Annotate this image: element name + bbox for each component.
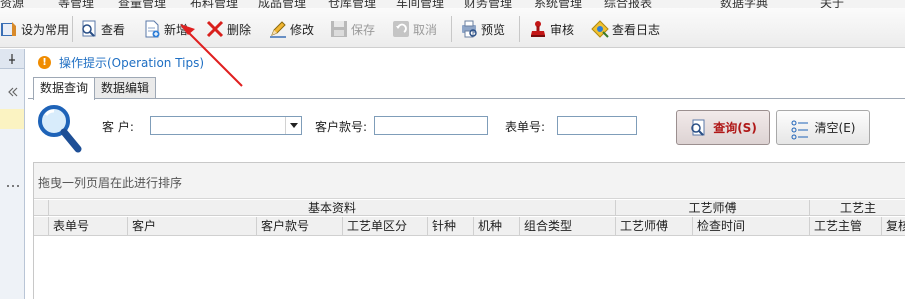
- preview-button[interactable]: 预览: [460, 17, 505, 41]
- more-dots-icon[interactable]: [6, 177, 20, 187]
- menu-item[interactable]: 综合报表: [604, 0, 652, 8]
- new-doc-icon: [143, 20, 161, 38]
- preview-label: 预览: [481, 22, 506, 37]
- left-panel-selected-item[interactable]: [0, 109, 24, 129]
- tab-data-query[interactable]: 数据查询: [33, 77, 96, 100]
- col-check-time[interactable]: 检查时间: [693, 217, 810, 235]
- menu-item[interactable]: 查量管理: [118, 0, 166, 8]
- log-icon: [591, 20, 609, 38]
- query-button[interactable]: 查询(S): [676, 110, 770, 145]
- clear-button-label: 清空(E): [814, 121, 856, 135]
- edit-button[interactable]: 修改: [269, 17, 314, 41]
- delete-label: 删除: [227, 22, 252, 37]
- menu-item[interactable]: 数据字典: [720, 0, 768, 8]
- tab-strip: 数据查询 数据编辑: [33, 77, 157, 100]
- preview-icon: [460, 20, 478, 38]
- cancel-label: 取消: [413, 22, 438, 37]
- menu-item[interactable]: 车间管理: [396, 0, 444, 8]
- band-indicator-cell: [34, 200, 49, 215]
- edit-label: 修改: [290, 22, 315, 37]
- menu-item[interactable]: 系统管理: [534, 0, 582, 8]
- stamp-icon: [529, 20, 547, 38]
- add-new-button[interactable]: 新增: [143, 17, 188, 41]
- view-log-button[interactable]: 查看日志: [591, 17, 660, 41]
- band-craftsman[interactable]: 工艺师傅: [616, 200, 810, 215]
- toolbar-separator: [72, 16, 73, 42]
- tab-data-edit[interactable]: 数据编辑: [94, 77, 157, 99]
- view-button[interactable]: 查看: [80, 17, 125, 41]
- delete-x-icon: [206, 20, 224, 38]
- main-content: ! 操作提示(Operation Tips) 数据查询 数据编辑 客 户: 客户…: [28, 49, 905, 299]
- form-no-input[interactable]: [557, 116, 637, 135]
- collapse-left-icon[interactable]: [0, 85, 24, 99]
- form-no-label: 表单号:: [505, 120, 546, 134]
- pencil-icon: [269, 20, 287, 38]
- floppy-icon: [330, 20, 348, 38]
- set-favorite-button[interactable]: 设为常用: [0, 17, 69, 41]
- menu-item[interactable]: 关于: [820, 0, 844, 8]
- cancel-button[interactable]: 取消: [392, 17, 437, 41]
- col-machine[interactable]: 机种: [474, 217, 520, 235]
- toolbar-separator: [519, 16, 520, 42]
- col-needle[interactable]: 针种: [428, 217, 474, 235]
- set-favorite-label: 设为常用: [21, 22, 70, 37]
- customer-combobox[interactable]: [150, 116, 302, 135]
- col-combo-type[interactable]: 组合类型: [520, 217, 616, 235]
- add-new-label: 新增: [164, 22, 189, 37]
- col-craft-sheet-type[interactable]: 工艺单区分: [343, 217, 428, 235]
- menu-item[interactable]: 成品管理: [258, 0, 306, 8]
- col-craft-supervisor[interactable]: 工艺主管: [810, 217, 882, 235]
- data-grid: 拖曳一列页眉在此进行排序 基本资料 工艺师傅 工艺主 表单号 客户 客户款号 工…: [33, 162, 905, 299]
- operation-tips[interactable]: ! 操作提示(Operation Tips): [38, 54, 204, 71]
- grid-column-header: 表单号 客户 客户款号 工艺单区分 针种 机种 组合类型 工艺师傅 检查时间 工…: [34, 217, 905, 236]
- menu-item[interactable]: 资源: [0, 0, 24, 8]
- book-icon: [0, 20, 18, 38]
- col-craftsman[interactable]: 工艺师傅: [616, 217, 693, 235]
- clear-button[interactable]: 清空(E): [776, 110, 870, 145]
- main-menubar: 资源 等管理 查量管理 布料管理 成品管理 仓库管理 车间管理 财务管理 系统管…: [0, 0, 905, 8]
- left-panel-header: [0, 49, 24, 69]
- col-customer[interactable]: 客户: [128, 217, 257, 235]
- col-recheck[interactable]: 复核: [882, 217, 905, 235]
- undo-icon: [392, 20, 410, 38]
- group-by-panel[interactable]: 拖曳一列页眉在此进行排序: [34, 163, 905, 199]
- group-by-hint: 拖曳一列页眉在此进行排序: [38, 176, 183, 190]
- query-button-label: 查询(S): [713, 121, 757, 135]
- view-log-label: 查看日志: [612, 22, 661, 37]
- audit-button[interactable]: 审核: [529, 17, 574, 41]
- save-label: 保存: [351, 22, 376, 37]
- delete-button[interactable]: 删除: [206, 17, 251, 41]
- col-style-no[interactable]: 客户款号: [257, 217, 343, 235]
- row-indicator-header: [34, 217, 49, 235]
- operation-tips-label: 操作提示(Operation Tips): [59, 56, 205, 70]
- left-nav-panel: [0, 49, 25, 299]
- main-toolbar: 设为常用 查看 新增 删除 修改 保存 取消 预览 审核 查看日志: [0, 8, 905, 48]
- view-label: 查看: [101, 22, 126, 37]
- list-icon: [791, 119, 809, 139]
- view-icon: [80, 20, 98, 38]
- grid-band-header: 基本资料 工艺师傅 工艺主: [34, 200, 905, 216]
- toolbar-separator: [451, 16, 452, 42]
- customer-label: 客 户:: [102, 120, 134, 134]
- audit-label: 审核: [550, 22, 575, 37]
- info-icon: !: [38, 56, 51, 69]
- col-form-no[interactable]: 表单号: [49, 217, 128, 235]
- search-panel: 客 户: 客户款号: 表单号: 查询(S) 清空(E): [28, 99, 905, 159]
- style-no-label: 客户款号:: [315, 120, 368, 134]
- band-craft-supervisor[interactable]: 工艺主: [810, 200, 905, 215]
- chevron-down-icon[interactable]: [285, 117, 301, 134]
- search-doc-icon: [689, 119, 707, 137]
- search-magnifier-icon: [36, 103, 82, 153]
- menu-item[interactable]: 仓库管理: [328, 0, 376, 8]
- save-button[interactable]: 保存: [330, 17, 375, 41]
- menu-item[interactable]: 布料管理: [190, 0, 238, 8]
- menu-item[interactable]: 等管理: [58, 0, 94, 8]
- pin-icon[interactable]: [0, 49, 24, 69]
- style-no-input[interactable]: [374, 116, 488, 135]
- menu-item[interactable]: 财务管理: [464, 0, 512, 8]
- band-basic-info[interactable]: 基本资料: [49, 200, 616, 215]
